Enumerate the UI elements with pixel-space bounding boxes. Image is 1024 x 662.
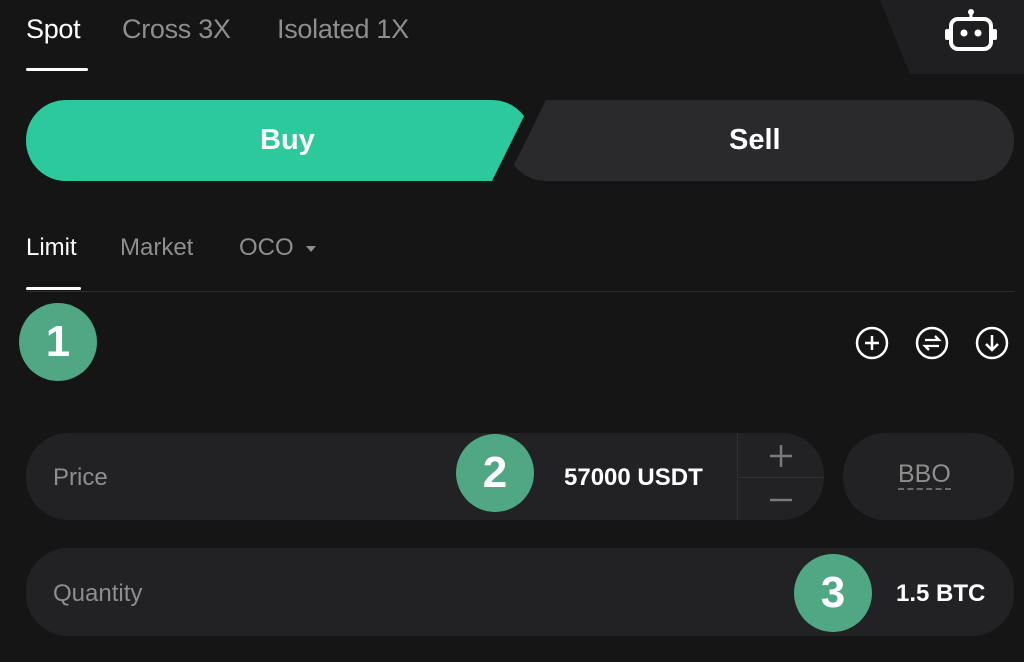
price-value[interactable]: 57000 USDT	[564, 464, 703, 492]
buy-button-label: Buy	[260, 124, 315, 156]
order-tab-market[interactable]: Market	[120, 234, 193, 262]
robot-icon[interactable]	[944, 8, 998, 54]
divider	[26, 291, 1014, 292]
order-tab-limit[interactable]: Limit	[26, 234, 77, 262]
tab-active-indicator	[26, 68, 88, 71]
order-tab-oco[interactable]: OCO	[239, 234, 318, 262]
tab-spot[interactable]: Spot	[26, 14, 81, 45]
sell-button-label: Sell	[729, 124, 781, 156]
bbo-label: BBO	[898, 460, 951, 490]
price-increment-button[interactable]	[738, 434, 824, 477]
download-circle-icon[interactable]	[975, 326, 1009, 360]
order-tab-indicator	[26, 287, 81, 290]
step-badge-2: 2	[456, 434, 534, 512]
step-badge-1: 1	[19, 303, 97, 381]
quantity-value[interactable]: 1.5 BTC	[896, 580, 985, 608]
minus-icon	[770, 498, 792, 501]
swap-circle-icon[interactable]	[915, 326, 949, 360]
plus-circle-icon[interactable]	[855, 326, 889, 360]
price-label: Price	[53, 464, 108, 491]
quantity-label: Quantity	[53, 580, 143, 607]
price-decrement-button[interactable]	[738, 478, 824, 521]
price-field[interactable]	[26, 433, 824, 520]
order-tab-oco-label: OCO	[239, 234, 294, 261]
tab-isolated-1x[interactable]: Isolated 1X	[277, 14, 409, 45]
caret-down-icon	[306, 245, 317, 252]
step-badge-3: 3	[794, 554, 872, 632]
plus-icon	[770, 444, 792, 467]
tab-cross-3x[interactable]: Cross 3X	[122, 14, 231, 45]
